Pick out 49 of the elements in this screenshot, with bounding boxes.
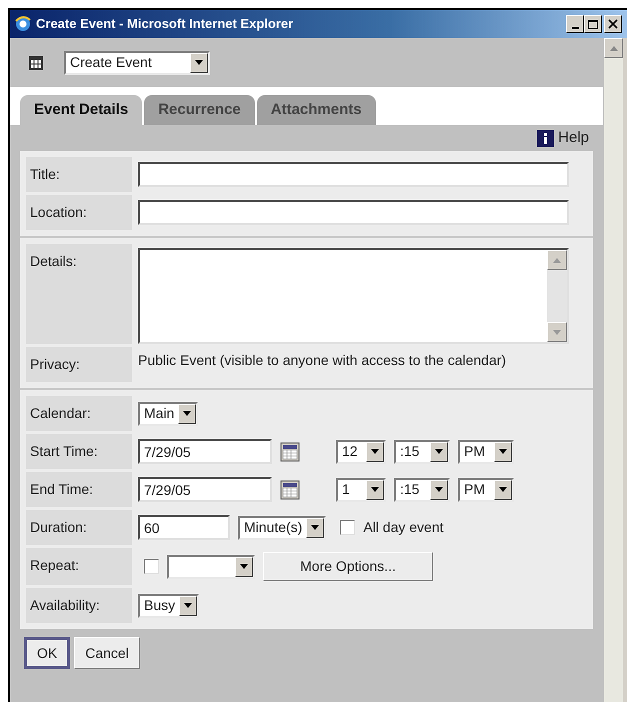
checkbox[interactable] [340, 520, 356, 535]
dialog-button[interactable]: Cancel [74, 637, 140, 669]
ampm-select[interactable]: PM [458, 478, 514, 502]
unit-select[interactable]: Minute(s) [238, 516, 326, 540]
window-title: Create Event - Microsoft Internet Explorer [36, 15, 294, 34]
calendar-icon [28, 54, 44, 70]
checkbox[interactable] [144, 559, 159, 574]
more-options-button[interactable]: More Options... [263, 552, 433, 581]
ampm-select[interactable]: PM [458, 440, 514, 464]
details-textarea[interactable] [138, 248, 569, 344]
dialog-button[interactable]: OK [24, 637, 70, 669]
info-icon [543, 132, 548, 144]
minimize-button[interactable] [566, 15, 584, 33]
close-icon [608, 19, 618, 29]
page-scrollbar[interactable] [603, 38, 623, 702]
field-label-cell: Calendar: [26, 396, 132, 431]
date-field[interactable]: 7/29/05 [138, 439, 272, 464]
repeat-select[interactable] [167, 554, 255, 578]
privacy-text: Public Event (visible to anyone with access to the calendar) [138, 351, 506, 370]
close-button[interactable] [604, 15, 622, 33]
hour-select[interactable]: 12 [336, 440, 386, 464]
checkbox-label: All day event [363, 518, 444, 537]
field-label-cell: End Time: [26, 472, 132, 507]
date-field[interactable]: 7/29/05 [138, 477, 272, 502]
field-label-cell: Availability: [26, 588, 132, 623]
maximize-button[interactable] [584, 15, 602, 33]
view-select[interactable]: Create Event [64, 50, 210, 74]
minute-select[interactable]: :15 [394, 478, 450, 502]
tab[interactable]: Attachments [256, 95, 376, 125]
field-label-cell: Privacy: [26, 347, 132, 382]
field-label-cell: Location: [26, 195, 132, 230]
field-label-cell: Title: [26, 157, 132, 192]
minute-select[interactable]: :15 [394, 440, 450, 464]
text-field[interactable] [138, 162, 569, 187]
field-label-cell: Repeat: [26, 548, 132, 585]
field-label-cell: Start Time: [26, 434, 132, 469]
field-label-cell: Duration: [26, 510, 132, 545]
hour-select[interactable]: 1 [336, 478, 386, 502]
calendar-icon[interactable] [280, 442, 300, 462]
text-field[interactable] [138, 200, 569, 225]
calendar-icon[interactable] [280, 480, 300, 500]
tab[interactable]: Recurrence [144, 95, 255, 125]
tab[interactable]: Event Details [20, 95, 142, 125]
dropdown[interactable]: Busy [138, 594, 200, 618]
dropdown[interactable]: Main [138, 402, 198, 426]
field-label-cell: Details: [26, 244, 132, 344]
help-link[interactable]: Help [537, 126, 589, 150]
browser-logo-icon [14, 15, 32, 33]
duration-field[interactable]: 60 [138, 515, 230, 540]
